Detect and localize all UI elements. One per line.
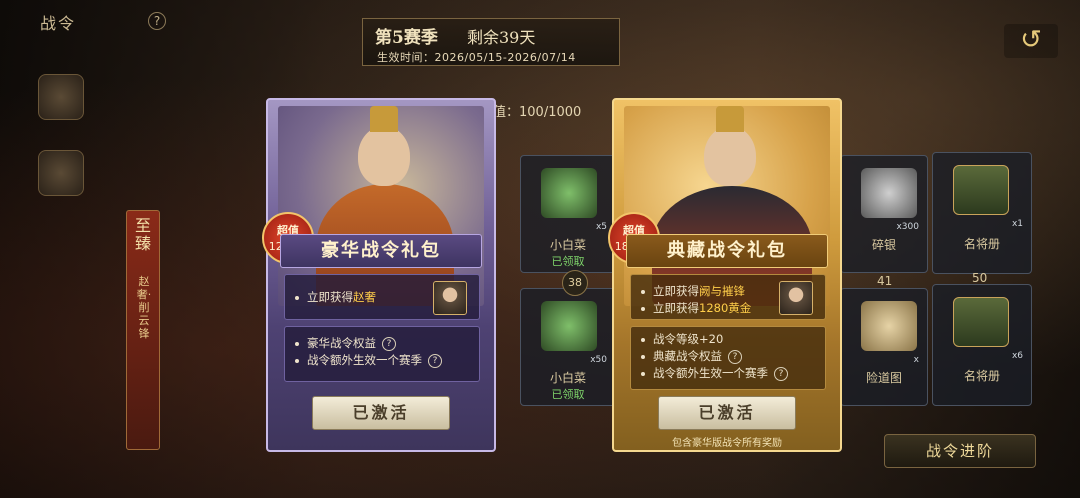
progress-text: 值：100/1000 bbox=[493, 105, 582, 120]
season-panel: 第5赛季 剩余39天 生效时间：2026/05/15-2026/07/14 bbox=[362, 18, 620, 66]
scroll-book-icon bbox=[953, 165, 1009, 215]
reward-name: 名将册 bbox=[963, 237, 1000, 251]
perk-line: 战令额外生效一个赛季? bbox=[295, 352, 469, 369]
help-icon[interactable]: ? bbox=[382, 336, 396, 351]
reward-status: 已领取 bbox=[551, 388, 585, 401]
perk-line: 典藏战令权益? bbox=[641, 348, 815, 365]
reward-name: 险道图 bbox=[865, 371, 902, 385]
map-scroll-icon bbox=[861, 301, 917, 351]
silver-icon bbox=[861, 168, 917, 218]
scroll-book-icon bbox=[953, 297, 1009, 347]
hero-face bbox=[358, 126, 410, 186]
luxury-pack-card: 超值 1200% 豪华战令礼包 立即获得赵奢 豪华战令权益? 战令额外生效一个赛… bbox=[262, 98, 496, 452]
hero-portrait[interactable] bbox=[433, 281, 467, 315]
reward-card[interactable]: x5 小白菜 已领取 bbox=[520, 155, 616, 273]
perk-line: 战令额外生效一个赛季? bbox=[641, 365, 815, 382]
level-badge: 38 bbox=[562, 270, 588, 296]
luxury-activated-button[interactable]: 已激活 bbox=[312, 396, 450, 430]
perks-box: 豪华战令权益? 战令额外生效一个赛季? bbox=[284, 326, 480, 382]
reward-name: 小白菜 bbox=[549, 371, 586, 385]
rank-title: 至臻 bbox=[134, 216, 151, 253]
reward-card[interactable]: x6 名将册 bbox=[932, 284, 1032, 406]
reward-count: x6 bbox=[1011, 351, 1023, 361]
reward-count: x5 bbox=[595, 222, 607, 232]
perk-line: 战令等级+20 bbox=[641, 331, 815, 348]
cabbage-icon bbox=[541, 301, 597, 351]
return-arrow-icon[interactable]: ↺ bbox=[1004, 24, 1058, 58]
help-icon[interactable]: ? bbox=[148, 12, 166, 30]
hero-crown bbox=[716, 106, 744, 132]
instant-reward-box: 立即获得阙与摧锋 立即获得1280黄金 bbox=[630, 274, 826, 320]
hero-crown bbox=[370, 106, 398, 132]
instant-reward-box: 立即获得赵奢 bbox=[284, 274, 480, 320]
help-icon[interactable]: ? bbox=[774, 366, 788, 381]
luxury-pack-title: 豪华战令礼包 bbox=[280, 234, 482, 268]
rank-banner: 至臻 赵奢·削云锋 bbox=[126, 210, 160, 450]
reward-card[interactable]: x50 小白菜 已领取 bbox=[520, 288, 616, 406]
reward-card[interactable]: x300 碎银 bbox=[840, 155, 928, 273]
level-number: 50 bbox=[972, 271, 988, 285]
reward-status: 已领取 bbox=[551, 255, 585, 268]
hero-portrait[interactable] bbox=[779, 281, 813, 315]
season-remaining: 剩余39天 bbox=[467, 28, 536, 47]
cabbage-icon bbox=[541, 168, 597, 218]
reward-card[interactable]: x 险道图 bbox=[840, 288, 928, 406]
perk-line: 豪华战令权益? bbox=[295, 335, 469, 352]
reward-count: x1 bbox=[1011, 219, 1023, 229]
reward-name: 小白菜 bbox=[549, 238, 586, 252]
hero-face bbox=[704, 126, 756, 186]
reward-count: x50 bbox=[590, 355, 607, 365]
collector-note: 包含豪华版战令所有奖励 bbox=[672, 438, 782, 449]
season-title: 第5赛季 bbox=[375, 28, 438, 48]
collector-pack-card: 超值 1800% 典藏战令礼包 立即获得阙与摧锋 立即获得1280黄金 战令等级… bbox=[608, 98, 842, 452]
level-number: 41 bbox=[877, 274, 893, 288]
collector-pack-title: 典藏战令礼包 bbox=[626, 234, 828, 268]
page-title: 战令 bbox=[40, 14, 77, 33]
reward-count: x bbox=[913, 355, 919, 365]
reward-card[interactable]: x1 名将册 bbox=[932, 152, 1032, 274]
reward-name: 碎银 bbox=[871, 238, 896, 252]
perks-box: 战令等级+20 典藏战令权益? 战令额外生效一个赛季? bbox=[630, 326, 826, 390]
rank-subtitle: 赵奢·削云锋 bbox=[136, 275, 152, 340]
season-time: 生效时间：2026/05/15-2026/07/14 bbox=[377, 51, 576, 64]
help-icon[interactable]: ? bbox=[428, 353, 442, 368]
reward-count: x300 bbox=[896, 222, 919, 232]
battle-pass-menu-icon[interactable] bbox=[38, 74, 84, 120]
tasks-menu-icon[interactable] bbox=[38, 150, 84, 196]
advance-button[interactable]: 战令进阶 bbox=[884, 434, 1036, 468]
reward-name: 名将册 bbox=[963, 369, 1000, 383]
collector-activated-button[interactable]: 已激活 bbox=[658, 396, 796, 430]
help-icon[interactable]: ? bbox=[728, 349, 742, 364]
